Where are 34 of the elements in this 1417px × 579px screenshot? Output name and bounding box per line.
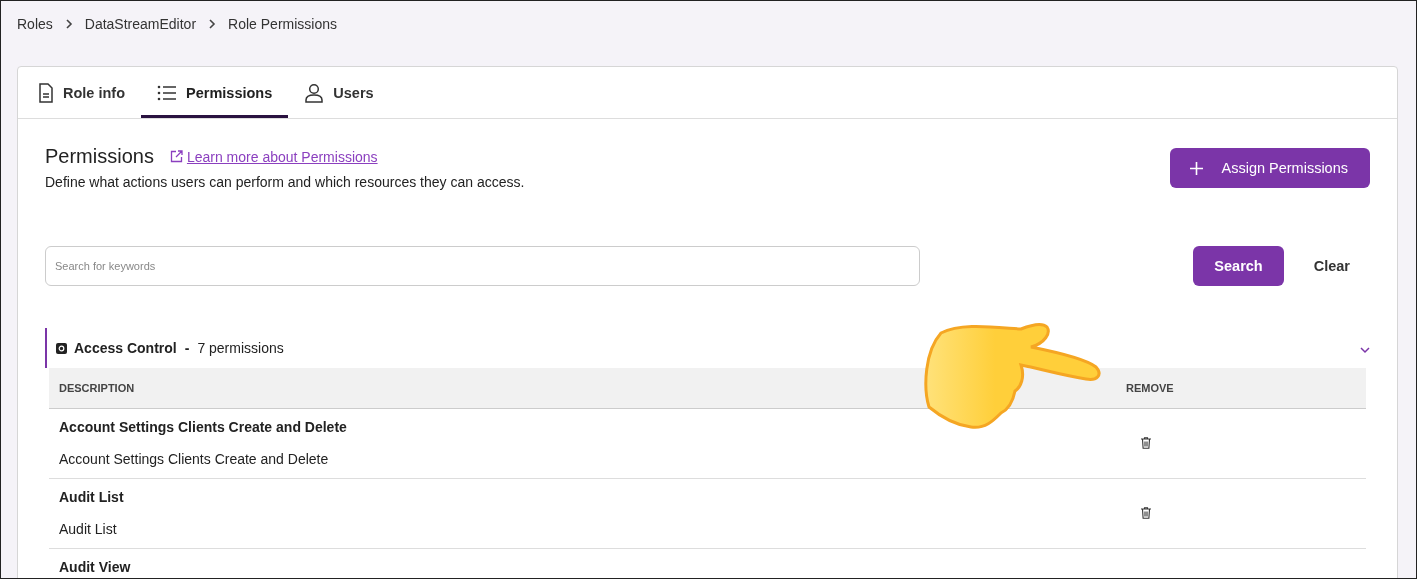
document-icon xyxy=(38,82,54,103)
breadcrumb-item: Role Permissions xyxy=(228,16,337,32)
group-name: Access Control xyxy=(74,340,177,356)
breadcrumb-item[interactable]: Roles xyxy=(17,16,53,32)
separator-text: - xyxy=(184,340,190,356)
tab[interactable]: Permissions xyxy=(141,70,289,118)
permission-title: Audit List xyxy=(59,489,125,505)
permission-title: Audit View xyxy=(59,559,132,575)
clear-button[interactable]: Clear xyxy=(1297,258,1370,274)
column-header: REMOVE xyxy=(1126,382,1175,394)
tab[interactable]: Role info xyxy=(22,70,142,118)
trash-icon xyxy=(1141,507,1151,519)
permission-title: Account Settings Clients Create and Delete xyxy=(59,419,348,435)
external-link-icon xyxy=(169,150,183,163)
section-title: Permissions xyxy=(45,145,154,168)
section-description: Define what actions users can perform and which resources they can access. xyxy=(45,174,525,190)
group-icon xyxy=(56,342,67,354)
user-icon xyxy=(304,82,325,103)
chevron-right-icon xyxy=(208,18,217,30)
search-button[interactable]: Search xyxy=(1193,246,1284,286)
breadcrumb-item[interactable]: DataStreamEditor xyxy=(84,16,197,32)
permission-description: Account Settings Clients Create and Delete xyxy=(59,451,330,467)
assign-permissions-button[interactable]: Assign Permissions xyxy=(1170,148,1370,188)
learn-more-link[interactable]: Learn more about Permissions xyxy=(186,148,378,165)
trash-icon xyxy=(1141,437,1151,449)
column-header: DESCRIPTION xyxy=(58,382,136,394)
plus-icon xyxy=(1190,161,1204,175)
chevron-right-icon xyxy=(64,18,73,30)
chevron-icon xyxy=(1360,346,1370,354)
list-icon xyxy=(157,84,178,101)
permission-count: 7 permissions xyxy=(197,340,284,356)
tab[interactable]: Users xyxy=(288,70,390,118)
permission-description: Audit List xyxy=(59,521,118,537)
search-field[interactable]: Search for keywords xyxy=(45,246,920,286)
